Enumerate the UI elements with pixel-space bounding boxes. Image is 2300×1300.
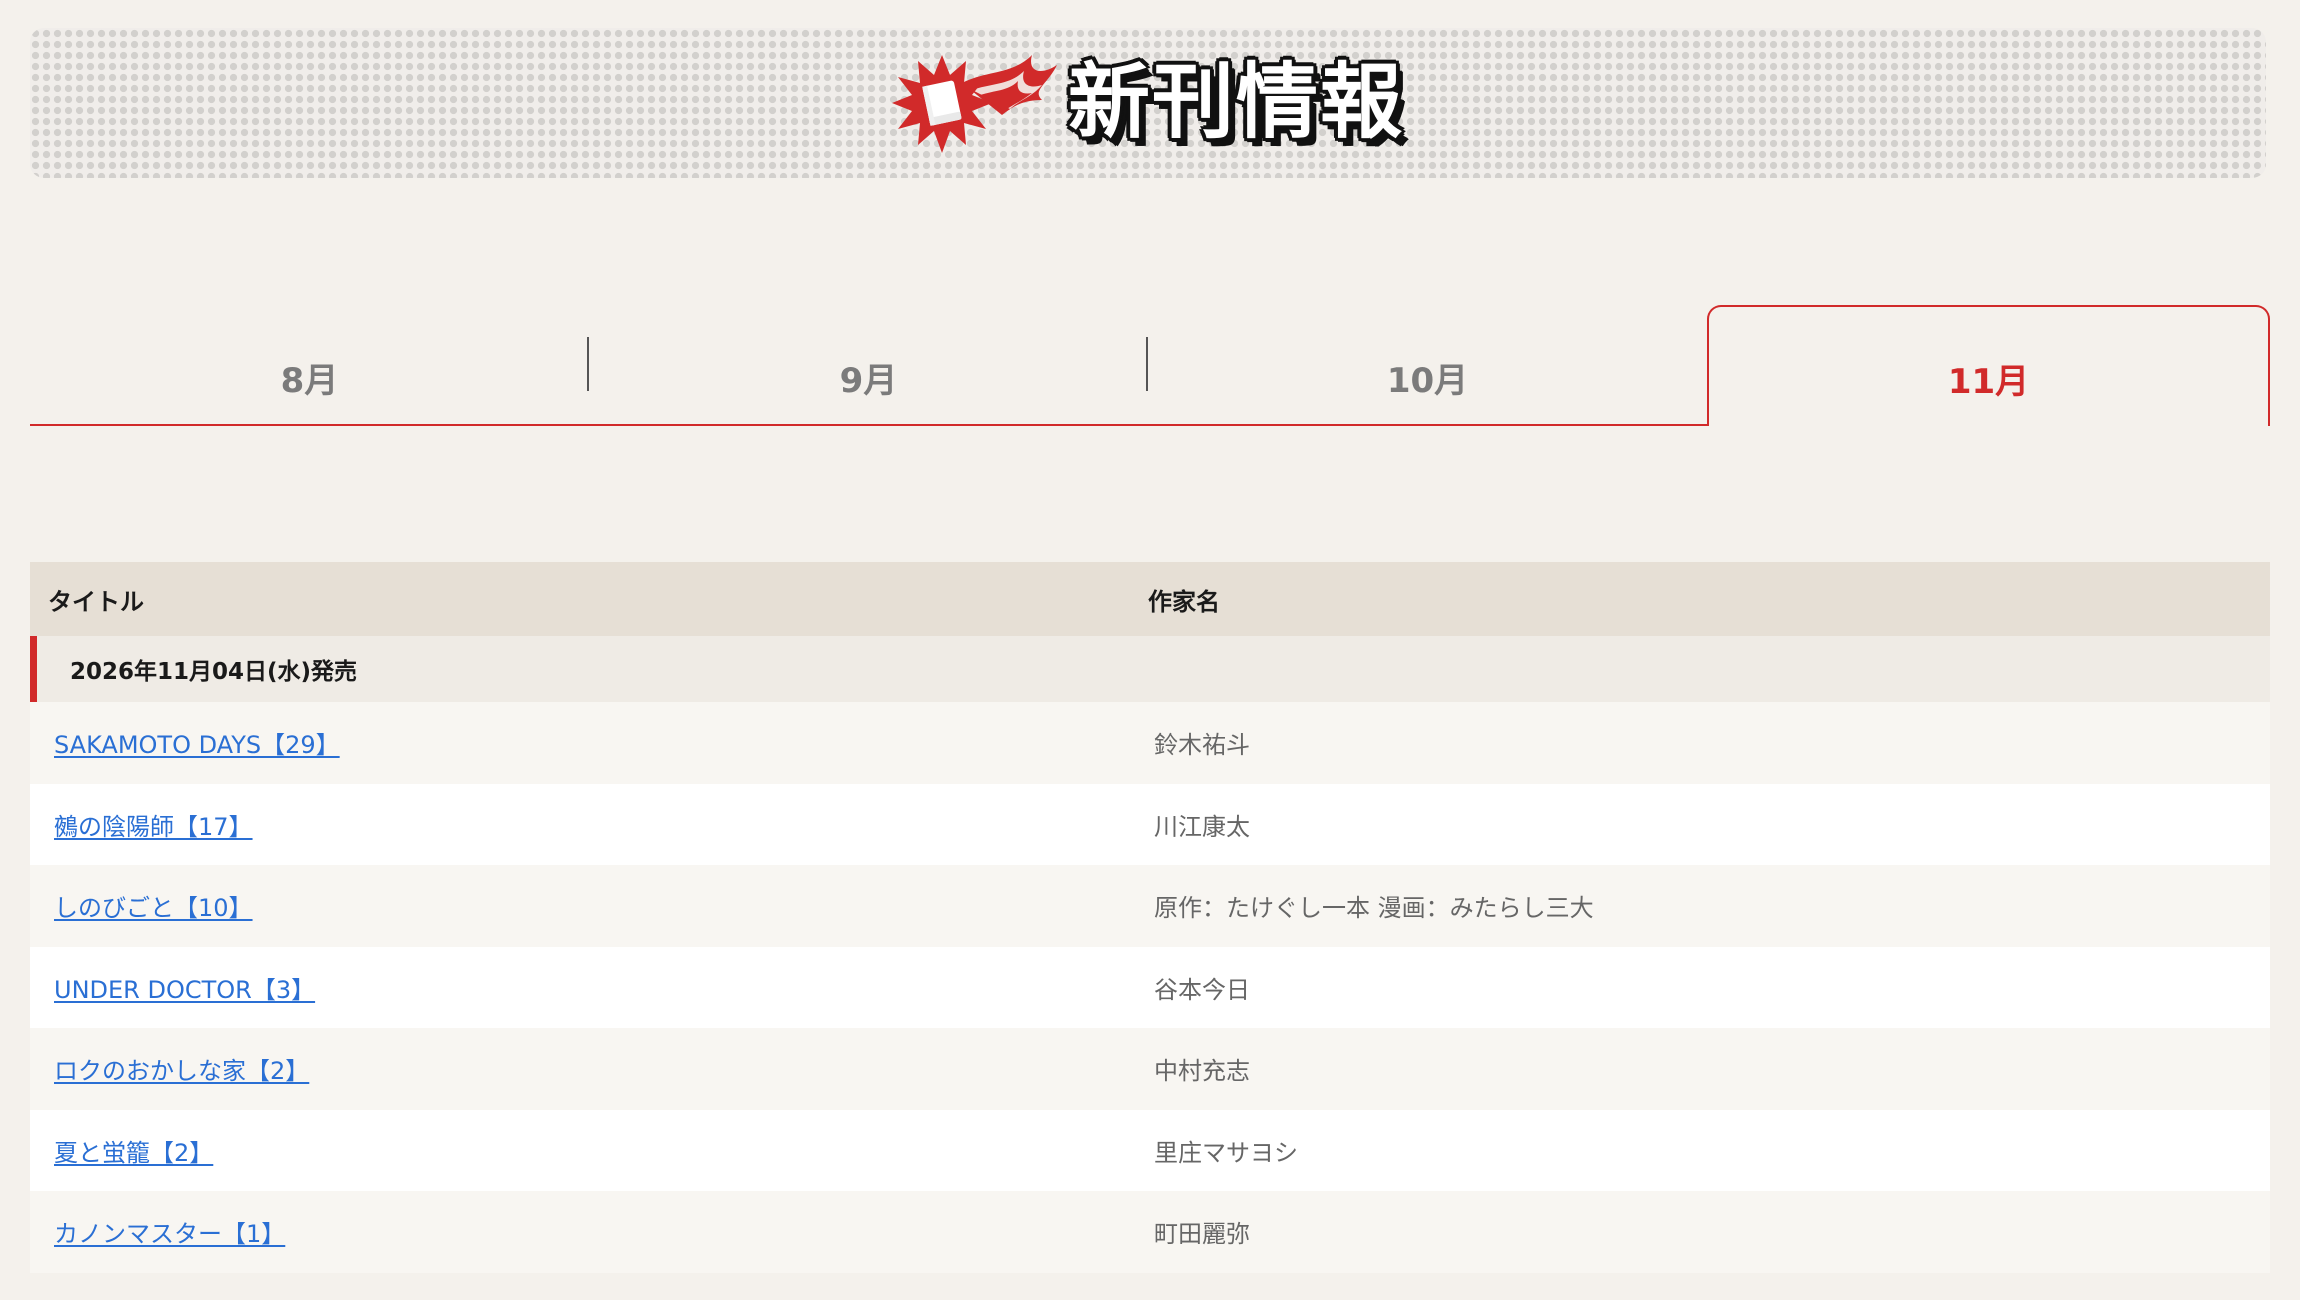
table-header: タイトル 作家名	[30, 562, 2270, 636]
title-link[interactable]: SAKAMOTO DAYS【29】	[54, 731, 340, 759]
banner-content: 新刊情報	[30, 28, 2266, 178]
author-cell: 鈴木祐斗	[1154, 731, 1250, 760]
table-row: 夏と蛍籠【2】 里庄マサヨシ	[30, 1109, 2270, 1191]
title-link[interactable]: しのびごと【10】	[54, 894, 253, 922]
title-cell: UNDER DOCTOR【3】	[30, 970, 1154, 1005]
title-link[interactable]: ロクのおかしな家【2】	[54, 1057, 309, 1085]
tab-august[interactable]: 8月	[30, 305, 589, 426]
author-cell: 里庄マサヨシ	[1154, 1138, 1298, 1167]
title-link[interactable]: カノンマスター【1】	[54, 1220, 285, 1248]
release-date-group: 2026年11月04日(水)発売	[30, 636, 2270, 702]
title-link[interactable]: 鵺の陰陽師【17】	[54, 813, 253, 841]
page-title: 新刊情報	[1067, 55, 1404, 150]
title-cell: しのびごと【10】	[30, 888, 1154, 923]
column-header-author: 作家名	[1148, 587, 1220, 616]
table-row: SAKAMOTO DAYS【29】 鈴木祐斗	[30, 702, 2270, 784]
column-header-title: タイトル	[48, 587, 144, 616]
author-cell: 中村充志	[1154, 1057, 1250, 1086]
title-cell: 夏と蛍籠【2】	[30, 1133, 1154, 1168]
table-row: カノンマスター【1】 町田麗弥	[30, 1191, 2270, 1273]
author-cell: 川江康太	[1154, 812, 1250, 841]
flaming-book-icon	[891, 55, 1057, 153]
table-row: UNDER DOCTOR【3】 谷本今日	[30, 946, 2270, 1028]
author-cell: 原作：たけぐし一本 漫画：みたらし三大	[1154, 894, 1594, 923]
month-tabs: 8月 9月 10月 11月	[30, 305, 2270, 426]
table-row: ロクのおかしな家【2】 中村充志	[30, 1028, 2270, 1110]
table-row: 鵺の陰陽師【17】 川江康太	[30, 783, 2270, 865]
author-cell: 町田麗弥	[1154, 1220, 1250, 1249]
header-banner: 新刊情報	[30, 28, 2266, 178]
tab-november[interactable]: 11月	[1707, 305, 2270, 426]
tab-october[interactable]: 10月	[1148, 305, 1707, 426]
title-cell: SAKAMOTO DAYS【29】	[30, 725, 1154, 760]
title-link[interactable]: 夏と蛍籠【2】	[54, 1139, 213, 1167]
title-cell: 鵺の陰陽師【17】	[30, 807, 1154, 842]
tab-september[interactable]: 9月	[589, 305, 1148, 426]
author-cell: 谷本今日	[1154, 975, 1250, 1004]
title-cell: カノンマスター【1】	[30, 1214, 1154, 1249]
table-row: しのびごと【10】 原作：たけぐし一本 漫画：みたらし三大	[30, 865, 2270, 947]
title-link[interactable]: UNDER DOCTOR【3】	[54, 976, 315, 1004]
release-table: タイトル 作家名 2026年11月04日(水)発売 SAKAMOTO DAYS【…	[30, 562, 2270, 1273]
title-cell: ロクのおかしな家【2】	[30, 1051, 1154, 1086]
